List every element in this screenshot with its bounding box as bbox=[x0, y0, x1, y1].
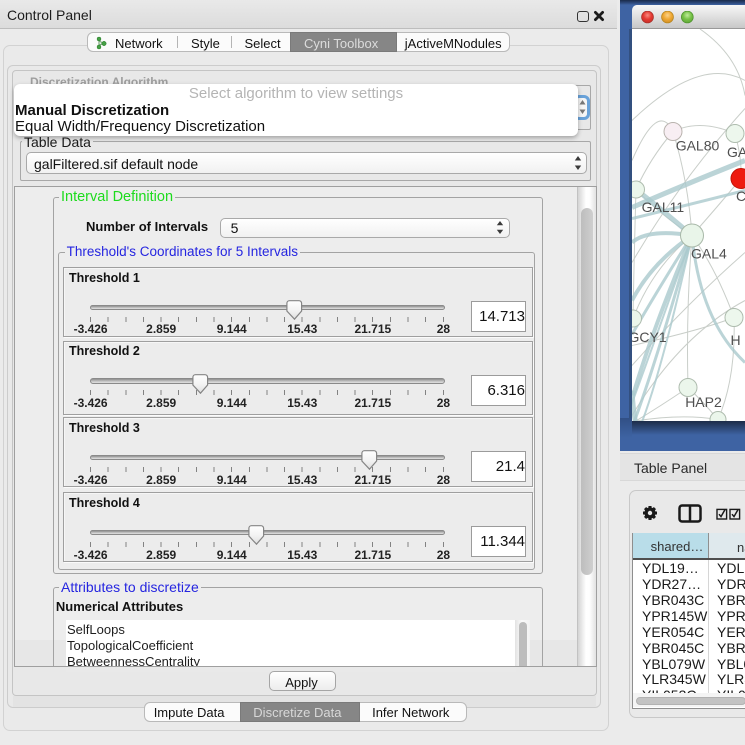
svg-text:H: H bbox=[731, 331, 741, 347]
svg-text:HAP2: HAP2 bbox=[685, 393, 722, 409]
svg-text:GAL80: GAL80 bbox=[676, 137, 720, 153]
svg-text:GA: GA bbox=[727, 144, 745, 160]
svg-text:GCY1: GCY1 bbox=[632, 328, 667, 344]
svg-text:GAL4: GAL4 bbox=[691, 245, 727, 261]
svg-text:C: C bbox=[736, 188, 745, 204]
svg-text:GAL11: GAL11 bbox=[642, 199, 685, 215]
